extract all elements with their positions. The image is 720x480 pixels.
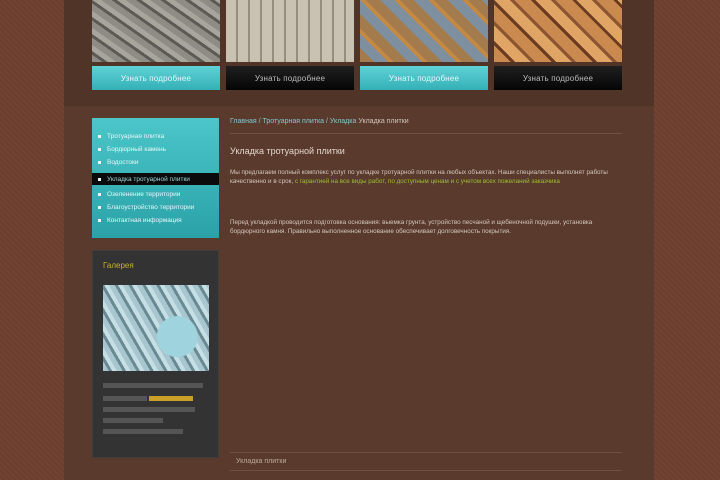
widget-link[interactable]: [149, 396, 193, 401]
sidebar-item-active[interactable]: Укладка тротуарной плитки: [92, 173, 219, 185]
sidebar-item[interactable]: Благоустройство территории: [92, 201, 219, 213]
widget-text-line: [103, 383, 203, 388]
sidebar-item[interactable]: Контактная информация: [92, 214, 219, 226]
paragraph-link[interactable]: с гарантией на все виды работ, по доступ…: [295, 178, 560, 185]
breadcrumb-current: Укладка плитки: [358, 118, 409, 125]
details-button[interactable]: Узнать подробнее: [92, 66, 220, 90]
widget-text-line: [103, 396, 147, 401]
product-image[interactable]: [226, 0, 354, 62]
sidebar-item-label: Контактная информация: [107, 216, 182, 224]
bullet-icon: [98, 134, 101, 138]
sidebar-item[interactable]: Бордюрный камень: [92, 143, 219, 155]
sidebar-item-label: Благоустройство территории: [107, 203, 195, 211]
details-button[interactable]: Узнать подробнее: [494, 66, 622, 90]
product-card-2: Узнать подробнее: [226, 0, 354, 92]
sidebar-item-label: Тротуарная плитка: [107, 132, 165, 140]
intro-paragraph: Мы предлагаем полный комплекс услуг по у…: [230, 168, 622, 186]
main-content: Главная / Тротуарная плитка / Укладка Ук…: [230, 118, 622, 480]
details-button[interactable]: Узнать подробнее: [360, 66, 488, 90]
sidebar-menu: Тротуарная плитка Бордюрный камень Водос…: [92, 118, 219, 238]
divider: [230, 133, 622, 134]
page-title: Укладка тротуарной плитки: [230, 146, 345, 156]
widget-title: Галерея: [103, 261, 134, 270]
footer-label: Укладка плитки: [236, 458, 287, 465]
gallery-image[interactable]: [103, 285, 209, 371]
sidebar-item[interactable]: Озеленение территории: [92, 188, 219, 200]
sidebar-gallery-widget: Галерея: [92, 250, 219, 458]
breadcrumb-link[interactable]: Главная / Тротуарная плитка / Укладка: [230, 118, 356, 125]
sidebar-item-label: Водостоки: [107, 158, 139, 166]
bullet-icon: [98, 147, 101, 151]
sidebar-item[interactable]: Водостоки: [92, 156, 219, 168]
product-card-4: Узнать подробнее: [494, 0, 622, 92]
bullet-icon: [98, 218, 101, 222]
widget-text-line: [103, 418, 163, 423]
product-card-1: Узнать подробнее: [92, 0, 220, 92]
bullet-icon: [98, 177, 101, 181]
bullet-icon: [98, 192, 101, 196]
product-image[interactable]: [360, 0, 488, 62]
product-image[interactable]: [494, 0, 622, 62]
sidebar-item-label: Бордюрный камень: [107, 145, 166, 153]
sidebar-item[interactable]: Тротуарная плитка: [92, 130, 219, 142]
divider: [230, 452, 622, 453]
product-gallery: Узнать подробнее Узнать подробнее Узнать…: [92, 0, 622, 92]
sidebar-item-label: Озеленение территории: [107, 190, 181, 198]
product-image[interactable]: [92, 0, 220, 62]
breadcrumb: Главная / Тротуарная плитка / Укладка Ук…: [230, 118, 409, 125]
product-card-3: Узнать подробнее: [360, 0, 488, 92]
sidebar-item-label: Укладка тротуарной плитки: [107, 175, 190, 183]
details-button[interactable]: Узнать подробнее: [226, 66, 354, 90]
widget-text-line: [103, 407, 195, 412]
body-paragraph: Перед укладкой проводится подготовка осн…: [230, 219, 593, 235]
divider: [230, 470, 622, 471]
bullet-icon: [98, 205, 101, 209]
widget-text-line: [103, 429, 183, 434]
bullet-icon: [98, 160, 101, 164]
